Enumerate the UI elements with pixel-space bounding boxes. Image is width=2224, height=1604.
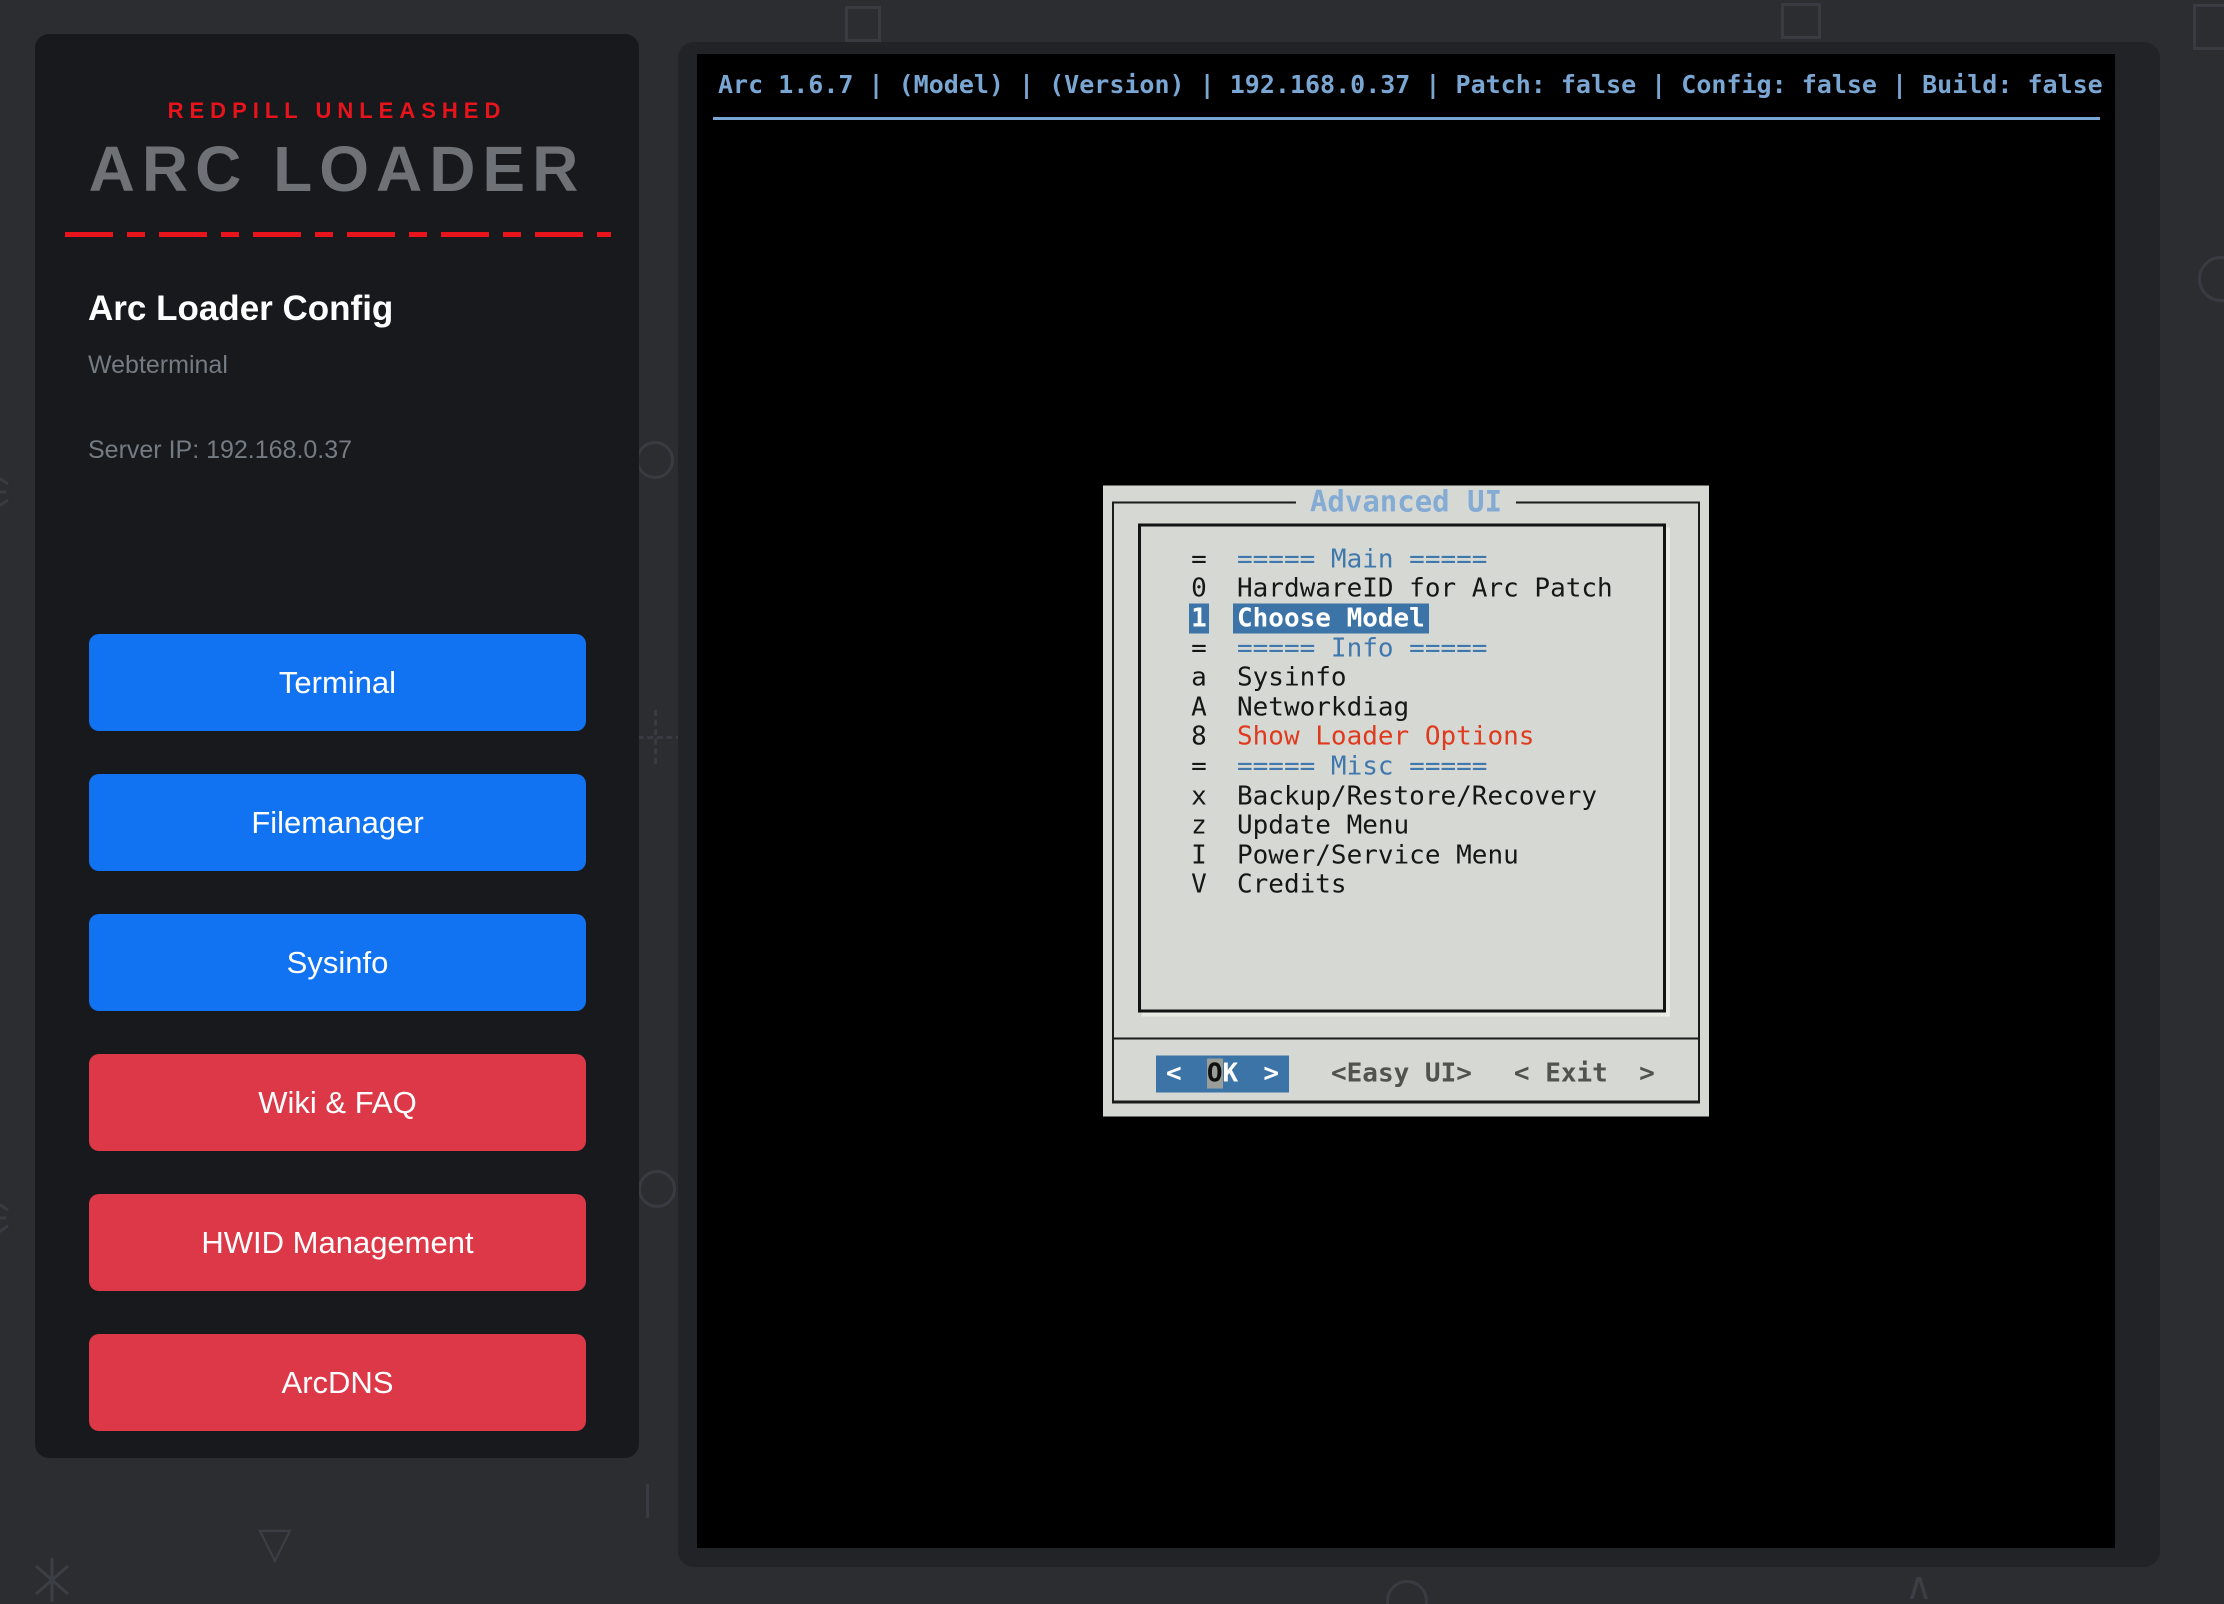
- menu-label: HardwareID for Arc Patch: [1237, 574, 1613, 604]
- menu-item-credits[interactable]: V Credits: [1141, 870, 1663, 900]
- menu-key: z: [1189, 811, 1209, 841]
- menu-item-choose-model[interactable]: 1 Choose Model: [1141, 604, 1663, 634]
- tick-icon: [646, 1484, 649, 1518]
- server-ip-label: Server IP: 192.168.0.37: [88, 436, 639, 465]
- terminal-screen[interactable]: Arc 1.6.7 | (Model) | (Version) | 192.16…: [697, 54, 2115, 1548]
- sysinfo-button[interactable]: Sysinfo: [89, 914, 586, 1011]
- terminal-button[interactable]: Terminal: [89, 634, 586, 731]
- sidebar: REDPILL UNLEASHED ARC LOADER Arc Loader …: [35, 34, 639, 1458]
- page-title: Arc Loader Config: [88, 289, 639, 329]
- wiki-faq-button[interactable]: Wiki & FAQ: [89, 1054, 586, 1151]
- menu-key: =: [1189, 544, 1209, 574]
- menu-label: ===== Info =====: [1237, 633, 1487, 663]
- brand-dashed-rule: [65, 232, 611, 237]
- brand-arcloader-text: ARC LOADER: [35, 132, 639, 206]
- menu-item-hardwareid[interactable]: 0 HardwareID for Arc Patch: [1141, 574, 1663, 604]
- menu-label: Power/Service Menu: [1237, 840, 1519, 870]
- circle-outline-icon: [638, 1170, 676, 1208]
- ok-left-bracket: <: [1166, 1059, 1182, 1089]
- menu-item-power-service[interactable]: I Power/Service Menu: [1141, 840, 1663, 870]
- burst-icon: [0, 462, 32, 518]
- menu-label: Backup/Restore/Recovery: [1237, 781, 1597, 811]
- menu-key: A: [1189, 692, 1209, 722]
- dialog-button-row: < OK > <Easy UI> < Exit >: [1156, 1055, 1655, 1093]
- asterisk-icon: [28, 1556, 76, 1604]
- ok-label: OK: [1207, 1059, 1238, 1089]
- menu-label: ===== Main =====: [1237, 544, 1487, 574]
- circle-outline-icon: [1386, 1580, 1428, 1604]
- dialog-button-separator: [1112, 1038, 1700, 1040]
- terminal-panel: Arc 1.6.7 | (Model) | (Version) | 192.16…: [678, 42, 2160, 1567]
- menu-item-misc-header[interactable]: = ===== Misc =====: [1141, 752, 1663, 782]
- burst-icon: [0, 1188, 32, 1244]
- menu-item-info-header[interactable]: = ===== Info =====: [1141, 633, 1663, 663]
- brand-redpill-text: REDPILL UNLEASHED: [35, 98, 639, 124]
- arc-loader-page: ▽ ∧ REDPILL UNLEASHED ARC LOADER Arc Loa…: [0, 0, 2224, 1604]
- menu-item-update-menu[interactable]: z Update Menu: [1141, 811, 1663, 841]
- hwid-management-button[interactable]: HWID Management: [89, 1194, 586, 1291]
- menu-label: Show Loader Options: [1237, 722, 1534, 752]
- ok-rest: K: [1223, 1059, 1239, 1089]
- page-subtitle: Webterminal: [88, 351, 639, 380]
- menu-key: =: [1189, 633, 1209, 663]
- ok-button[interactable]: < OK >: [1156, 1055, 1289, 1092]
- ok-right-bracket: >: [1263, 1059, 1279, 1089]
- status-bar-underline: [713, 117, 2100, 120]
- menu-label: Networkdiag: [1237, 692, 1409, 722]
- filemanager-button[interactable]: Filemanager: [89, 774, 586, 871]
- caret-icon: ∧: [1905, 1568, 1933, 1604]
- menu-key: I: [1189, 840, 1209, 870]
- menu-label: Update Menu: [1237, 811, 1409, 841]
- menu-key: 0: [1189, 574, 1209, 604]
- dialog-title: Advanced UI: [1296, 486, 1516, 519]
- menu-item-show-loader-options[interactable]: 8 Show Loader Options: [1141, 722, 1663, 752]
- dialog-menu: = ===== Main ===== 0 HardwareID for Arc …: [1138, 524, 1666, 1013]
- triangle-outline-icon: ▽: [258, 1522, 292, 1566]
- easy-ui-button[interactable]: <Easy UI>: [1331, 1055, 1472, 1092]
- circle-outline-icon: [2198, 256, 2224, 302]
- circle-outline-icon: [636, 441, 674, 479]
- menu-key: x: [1189, 781, 1209, 811]
- square-outline-icon: [845, 6, 881, 42]
- menu-key: =: [1189, 751, 1209, 781]
- square-outline-icon: [1781, 3, 1821, 39]
- square-outline-icon: [2193, 4, 2224, 50]
- menu-item-backup-restore[interactable]: x Backup/Restore/Recovery: [1141, 781, 1663, 811]
- menu-label: Choose Model: [1233, 603, 1429, 633]
- sidebar-button-list: Terminal Filemanager Sysinfo Wiki & FAQ …: [89, 634, 586, 1474]
- menu-key: 1: [1189, 603, 1209, 633]
- menu-label: Sysinfo: [1237, 663, 1347, 693]
- menu-key: 8: [1189, 722, 1209, 752]
- menu-item-main-header[interactable]: = ===== Main =====: [1141, 545, 1663, 575]
- menu-key: V: [1189, 870, 1209, 900]
- terminal-status-bar: Arc 1.6.7 | (Model) | (Version) | 192.16…: [718, 70, 2103, 99]
- ok-cursor: O: [1207, 1059, 1223, 1089]
- menu-item-sysinfo[interactable]: a Sysinfo: [1141, 663, 1663, 693]
- menu-item-networkdiag[interactable]: A Networkdiag: [1141, 692, 1663, 722]
- exit-button[interactable]: < Exit >: [1514, 1055, 1655, 1092]
- menu-label: Credits: [1237, 870, 1347, 900]
- menu-key: a: [1189, 663, 1209, 693]
- advanced-ui-dialog: Advanced UI = ===== Main ===== 0 Hardwar…: [1103, 486, 1709, 1117]
- arcdns-button[interactable]: ArcDNS: [89, 1334, 586, 1431]
- menu-label: ===== Misc =====: [1237, 751, 1487, 781]
- brand-logo: REDPILL UNLEASHED ARC LOADER: [35, 98, 639, 237]
